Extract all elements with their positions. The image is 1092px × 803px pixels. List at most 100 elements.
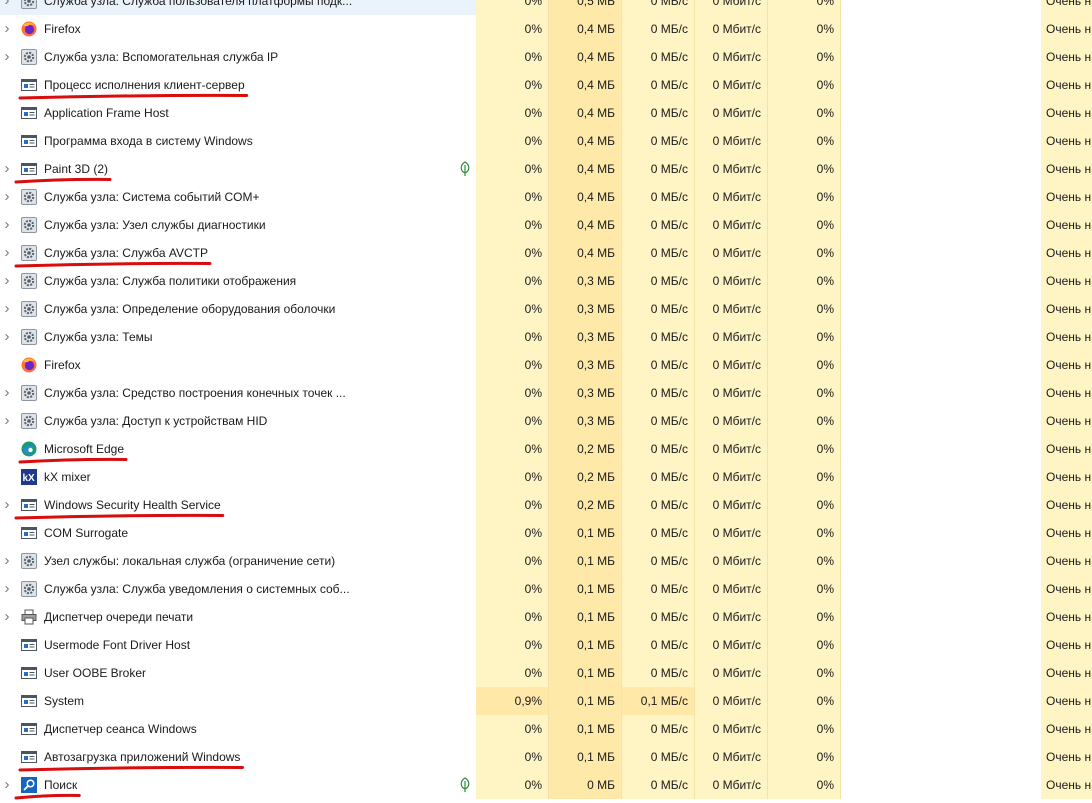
- disk-cell: 0 МБ/с: [622, 435, 695, 463]
- chevron-right-icon[interactable]: ›: [0, 267, 14, 295]
- process-row[interactable]: › Служба узла: Определение оборудования о…: [0, 295, 1092, 323]
- disk-cell: 0 МБ/с: [622, 71, 695, 99]
- process-row[interactable]: Автозагрузка приложений Windows 0% 0,1 МБ 0…: [0, 743, 1092, 771]
- process-row[interactable]: Диспетчер сеанса Windows 0% 0,1 МБ 0 МБ/с 0 …: [0, 715, 1092, 743]
- process-name-cell[interactable]: › Служба узла: Служба AVCTP: [0, 239, 476, 267]
- power-usage-cell: Очень н: [1041, 575, 1092, 603]
- chevron-right-icon[interactable]: ›: [0, 379, 14, 407]
- process-row[interactable]: Application Frame Host 0% 0,4 МБ 0 МБ/с 0 Мб…: [0, 99, 1092, 127]
- chevron-right-icon[interactable]: ›: [0, 183, 14, 211]
- process-name-cell[interactable]: Usermode Font Driver Host: [0, 631, 476, 659]
- chevron-right-icon[interactable]: ›: [0, 0, 14, 15]
- process-name-cell[interactable]: › Служба узла: Узел службы диагностики: [0, 211, 476, 239]
- chevron-right-icon[interactable]: ›: [0, 407, 14, 435]
- chevron-right-icon[interactable]: ›: [0, 547, 14, 575]
- process-name-cell[interactable]: Microsoft Edge: [0, 435, 476, 463]
- chevron-right-icon[interactable]: ›: [0, 15, 14, 43]
- process-name-cell[interactable]: System: [0, 687, 476, 715]
- power-usage-cell: Очень н: [1041, 771, 1092, 799]
- chevron-right-icon[interactable]: ›: [0, 295, 14, 323]
- gpu-engine-cell: [841, 771, 1041, 799]
- cpu-cell: 0%: [476, 155, 549, 183]
- process-row[interactable]: › Поиск 0% 0 МБ 0 МБ/с 0 Мбит/с 0% Очень н: [0, 771, 1092, 799]
- chevron-right-icon[interactable]: ›: [0, 323, 14, 351]
- network-cell: 0 Мбит/с: [695, 519, 768, 547]
- process-row[interactable]: kX kX mixer 0% 0,2 МБ 0 МБ/с 0 Мбит/с 0% Очень …: [0, 463, 1092, 491]
- process-name-cell[interactable]: › Служба узла: Служба политики отображени…: [0, 267, 476, 295]
- process-row[interactable]: Microsoft Edge 0% 0,2 МБ 0 МБ/с 0 Мбит/с 0% Оч…: [0, 435, 1092, 463]
- process-name-cell[interactable]: kX kX mixer: [0, 463, 476, 491]
- gpu-cell: 0%: [768, 435, 841, 463]
- process-row[interactable]: › Служба узла: Служба пользователя платфо…: [0, 0, 1092, 15]
- chevron-right-icon[interactable]: ›: [0, 155, 14, 183]
- chevron-right-icon[interactable]: ›: [0, 771, 14, 799]
- power-usage-cell: Очень н: [1041, 603, 1092, 631]
- process-row[interactable]: › Firefox 0% 0,4 МБ 0 МБ/с 0 Мбит/с 0% Очень н: [0, 15, 1092, 43]
- cpu-cell: 0%: [476, 435, 549, 463]
- chevron-right-icon[interactable]: ›: [0, 491, 14, 519]
- process-name-cell[interactable]: User OOBE Broker: [0, 659, 476, 687]
- chevron-right-icon[interactable]: ›: [0, 575, 14, 603]
- process-row[interactable]: › Windows Security Health Service 0% 0,2 МБ…: [0, 491, 1092, 519]
- process-name-cell[interactable]: Автозагрузка приложений Windows: [0, 743, 476, 771]
- process-name-cell[interactable]: › Служба узла: Темы: [0, 323, 476, 351]
- process-row[interactable]: › Служба узла: Вспомогательная служба IP 0…: [0, 43, 1092, 71]
- cpu-cell: 0%: [476, 379, 549, 407]
- process-row[interactable]: › Служба узла: Узел службы диагностики 0% 0…: [0, 211, 1092, 239]
- process-name-cell[interactable]: › Диспетчер очереди печати: [0, 603, 476, 631]
- process-row[interactable]: › Служба узла: Темы 0% 0,3 МБ 0 МБ/с 0 Мбит/с…: [0, 323, 1092, 351]
- gpu-cell: 0%: [768, 491, 841, 519]
- process-row[interactable]: User OOBE Broker 0% 0,1 МБ 0 МБ/с 0 Мбит/с 0%…: [0, 659, 1092, 687]
- process-row[interactable]: › Узел службы: локальная служба (ограниче…: [0, 547, 1092, 575]
- chevron-right-icon[interactable]: ›: [0, 239, 14, 267]
- process-name-cell[interactable]: Firefox: [0, 351, 476, 379]
- process-name-cell[interactable]: › Узел службы: локальная служба (ограниче…: [0, 547, 476, 575]
- chevron-right-icon[interactable]: ›: [0, 603, 14, 631]
- process-row[interactable]: › Служба узла: Система событий COM+ 0% 0,4 …: [0, 183, 1092, 211]
- process-row[interactable]: › Служба узла: Средство построения конечн…: [0, 379, 1092, 407]
- gpu-engine-cell: [841, 267, 1041, 295]
- disk-cell: 0 МБ/с: [622, 407, 695, 435]
- process-row[interactable]: › Служба узла: Служба политики отображени…: [0, 267, 1092, 295]
- gpu-engine-cell: [841, 211, 1041, 239]
- process-name-cell[interactable]: › Служба узла: Система событий COM+: [0, 183, 476, 211]
- process-name-cell[interactable]: COM Surrogate: [0, 519, 476, 547]
- memory-cell: 0,4 МБ: [549, 183, 622, 211]
- chevron-right-icon[interactable]: ›: [0, 211, 14, 239]
- gpu-engine-cell: [841, 183, 1041, 211]
- process-row[interactable]: Firefox 0% 0,3 МБ 0 МБ/с 0 Мбит/с 0% Очень н: [0, 351, 1092, 379]
- process-name-cell[interactable]: › Firefox: [0, 15, 476, 43]
- process-name-cell[interactable]: › Служба узла: Вспомогательная служба IP: [0, 43, 476, 71]
- process-row[interactable]: › Paint 3D (2) 0% 0,4 МБ 0 МБ/с 0 Мбит/с 0% Оче…: [0, 155, 1092, 183]
- process-name-cell[interactable]: › Служба узла: Служба пользователя платфо…: [0, 0, 476, 15]
- process-name-cell[interactable]: › Служба узла: Определение оборудования о…: [0, 295, 476, 323]
- window-icon: [21, 693, 37, 709]
- process-name: Программа входа в систему Windows: [44, 134, 253, 148]
- process-name-cell[interactable]: Application Frame Host: [0, 99, 476, 127]
- process-name-cell[interactable]: › Служба узла: Служба уведомления о систе…: [0, 575, 476, 603]
- process-name-cell[interactable]: Диспетчер сеанса Windows: [0, 715, 476, 743]
- gear-icon: [21, 273, 37, 289]
- process-name-cell[interactable]: › Служба узла: Средство построения конечн…: [0, 379, 476, 407]
- process-row[interactable]: › Служба узла: Служба уведомления о систе…: [0, 575, 1092, 603]
- kx-icon: kX: [21, 469, 37, 485]
- process-row[interactable]: › Диспетчер очереди печати 0% 0,1 МБ 0 МБ/с 0…: [0, 603, 1092, 631]
- process-name-cell[interactable]: › Paint 3D (2): [0, 155, 476, 183]
- disk-cell: 0 МБ/с: [622, 603, 695, 631]
- process-name-cell[interactable]: › Windows Security Health Service: [0, 491, 476, 519]
- process-name-cell[interactable]: › Поиск: [0, 771, 476, 799]
- process-row[interactable]: System 0,9% 0,1 МБ 0,1 МБ/с 0 Мбит/с 0% Очень …: [0, 687, 1092, 715]
- power-usage-cell: Очень н: [1041, 631, 1092, 659]
- network-cell: 0 Мбит/с: [695, 0, 768, 15]
- gpu-cell: 0%: [768, 15, 841, 43]
- chevron-right-icon[interactable]: ›: [0, 43, 14, 71]
- process-row[interactable]: Usermode Font Driver Host 0% 0,1 МБ 0 МБ/с 0…: [0, 631, 1092, 659]
- process-row[interactable]: › Служба узла: Доступ к устройствам HID 0%…: [0, 407, 1092, 435]
- process-name-cell[interactable]: Программа входа в систему Windows: [0, 127, 476, 155]
- process-row[interactable]: Программа входа в систему Windows 0% 0,4 М…: [0, 127, 1092, 155]
- process-name-cell[interactable]: Процесс исполнения клиент-сервер: [0, 71, 476, 99]
- process-row[interactable]: Процесс исполнения клиент-сервер 0% 0,4 МБ…: [0, 71, 1092, 99]
- process-row[interactable]: › Служба узла: Служба AVCTP 0% 0,4 МБ 0 МБ/с…: [0, 239, 1092, 267]
- process-name-cell[interactable]: › Служба узла: Доступ к устройствам HID: [0, 407, 476, 435]
- process-row[interactable]: COM Surrogate 0% 0,1 МБ 0 МБ/с 0 Мбит/с 0% Оче…: [0, 519, 1092, 547]
